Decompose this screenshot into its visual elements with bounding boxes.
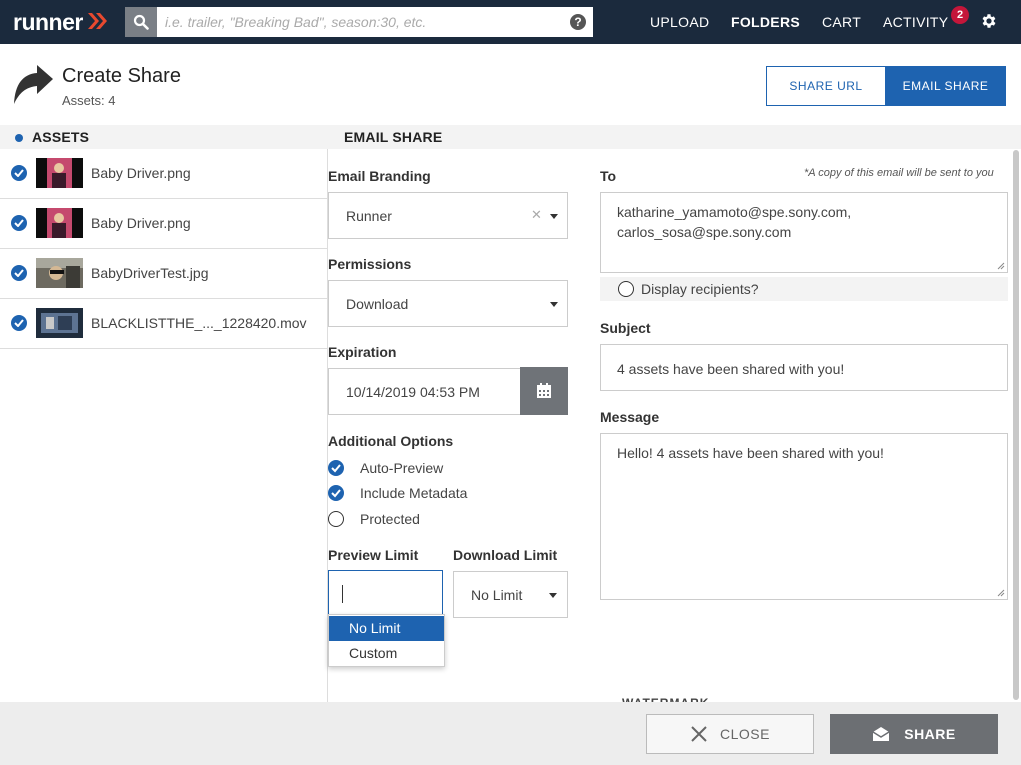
search-button[interactable]: [125, 7, 157, 37]
resize-handle-icon[interactable]: [997, 262, 1005, 270]
checkmark-icon[interactable]: [11, 315, 27, 331]
nav-upload[interactable]: UPLOAD: [650, 14, 709, 30]
search-input[interactable]: [157, 7, 593, 37]
display-recipients-label: Display recipients?: [641, 281, 759, 297]
logo-chevron-icon: [88, 13, 107, 29]
assets-section-title: ASSETS: [32, 129, 90, 145]
message-label: Message: [600, 409, 660, 425]
share-label: SHARE: [904, 726, 956, 742]
asset-name: BLACKLISTTHE_..._1228420.mov: [91, 315, 307, 331]
share-arrow-icon: [14, 65, 53, 104]
subject-value: 4 assets have been shared with you!: [617, 361, 845, 377]
expiration-input[interactable]: 10/14/2019 04:53 PM: [328, 368, 521, 415]
asset-row[interactable]: Baby Driver.png: [0, 149, 327, 199]
to-label: To: [600, 168, 617, 184]
nav-cart[interactable]: CART: [822, 14, 861, 30]
email-branding-label: Email Branding: [328, 168, 431, 184]
dropdown-option-custom[interactable]: Custom: [329, 641, 444, 666]
resize-handle-icon[interactable]: [997, 589, 1005, 597]
share-url-button[interactable]: SHARE URL: [766, 66, 886, 106]
dropdown-option-no-limit[interactable]: No Limit: [329, 616, 444, 641]
close-label: CLOSE: [720, 726, 770, 742]
scrollbar-thumb[interactable]: [1013, 150, 1019, 700]
close-icon: [691, 726, 707, 742]
share-button[interactable]: SHARE: [830, 714, 998, 754]
checkbox-checked-icon[interactable]: [328, 460, 344, 476]
asset-name: Baby Driver.png: [91, 165, 191, 181]
asset-thumbnail: [36, 258, 83, 288]
checkbox-unchecked-icon[interactable]: [328, 511, 344, 527]
section-header-bar: [0, 125, 1021, 149]
activity-badge: 2: [951, 6, 969, 24]
assets-dot-icon: [15, 134, 23, 142]
search-icon: [133, 14, 149, 30]
help-icon[interactable]: ?: [570, 14, 586, 30]
gear-icon[interactable]: [980, 12, 998, 30]
checkmark-icon[interactable]: [11, 165, 27, 181]
asset-name: Baby Driver.png: [91, 215, 191, 231]
nav-activity[interactable]: ACTIVITY: [883, 14, 948, 30]
additional-options-label: Additional Options: [328, 433, 454, 449]
text-cursor: [342, 585, 343, 603]
asset-row[interactable]: BabyDriverTest.jpg: [0, 249, 327, 299]
download-limit-value: No Limit: [471, 586, 523, 603]
option-label: Protected: [360, 511, 420, 527]
chevron-down-icon: [549, 593, 557, 598]
download-limit-select[interactable]: No Limit: [453, 571, 568, 618]
to-textarea[interactable]: katharine_yamamoto@spe.sony.com, carlos_…: [600, 192, 1008, 273]
display-recipients-radio[interactable]: [618, 281, 634, 297]
permissions-value: Download: [346, 295, 409, 312]
checkbox-checked-icon[interactable]: [328, 485, 344, 501]
subject-label: Subject: [600, 320, 651, 336]
permissions-select[interactable]: Download: [328, 280, 568, 327]
chevron-down-icon: [550, 302, 558, 307]
asset-name: BabyDriverTest.jpg: [91, 265, 209, 281]
message-value: Hello! 4 assets have been shared with yo…: [617, 445, 884, 461]
copy-note: *A copy of this email will be sent to yo…: [804, 167, 994, 179]
asset-thumbnail: [36, 208, 83, 238]
page-title: Create Share: [62, 65, 181, 87]
preview-limit-input[interactable]: [328, 570, 443, 617]
preview-limit-dropdown: No Limit Custom: [328, 614, 445, 667]
asset-thumbnail: [36, 158, 83, 188]
expiration-label: Expiration: [328, 344, 397, 360]
preview-limit-label: Preview Limit: [328, 547, 419, 563]
asset-list: Baby Driver.png Baby Driver.png BabyDriv…: [0, 149, 327, 349]
checkmark-icon[interactable]: [11, 265, 27, 281]
permissions-label: Permissions: [328, 256, 412, 272]
runner-logo[interactable]: runner: [13, 9, 83, 36]
asset-row[interactable]: BLACKLISTTHE_..._1228420.mov: [0, 299, 327, 349]
email-branding-select[interactable]: Runner ✕: [328, 192, 568, 239]
calendar-icon: [537, 383, 551, 398]
clear-icon[interactable]: ✕: [531, 207, 542, 223]
chevron-down-icon: [550, 214, 558, 219]
option-label: Auto-Preview: [360, 460, 444, 476]
email-share-button[interactable]: EMAIL SHARE: [885, 66, 1006, 106]
email-share-section-title: EMAIL SHARE: [344, 129, 443, 145]
envelope-icon: [872, 727, 890, 741]
download-limit-label: Download Limit: [453, 547, 558, 563]
option-label: Include Metadata: [360, 485, 468, 501]
subject-input[interactable]: 4 assets have been shared with you!: [600, 344, 1008, 391]
expiration-value: 10/14/2019 04:53 PM: [346, 383, 480, 400]
nav-folders[interactable]: FOLDERS: [731, 14, 800, 30]
email-branding-value: Runner: [346, 207, 392, 224]
close-button[interactable]: CLOSE: [646, 714, 814, 754]
message-textarea[interactable]: Hello! 4 assets have been shared with yo…: [600, 433, 1008, 600]
checkmark-icon[interactable]: [11, 215, 27, 231]
asset-thumbnail: [36, 308, 83, 338]
calendar-button[interactable]: [520, 367, 568, 415]
assets-count: Assets: 4: [62, 93, 116, 108]
to-recipient: katharine_yamamoto@spe.sony.com,: [617, 204, 852, 220]
to-recipient: carlos_sosa@spe.sony.com: [617, 224, 792, 240]
asset-row[interactable]: Baby Driver.png: [0, 199, 327, 249]
top-nav: runner ? UPLOAD FOLDERS CART ACTIVITY 2: [0, 0, 1021, 44]
